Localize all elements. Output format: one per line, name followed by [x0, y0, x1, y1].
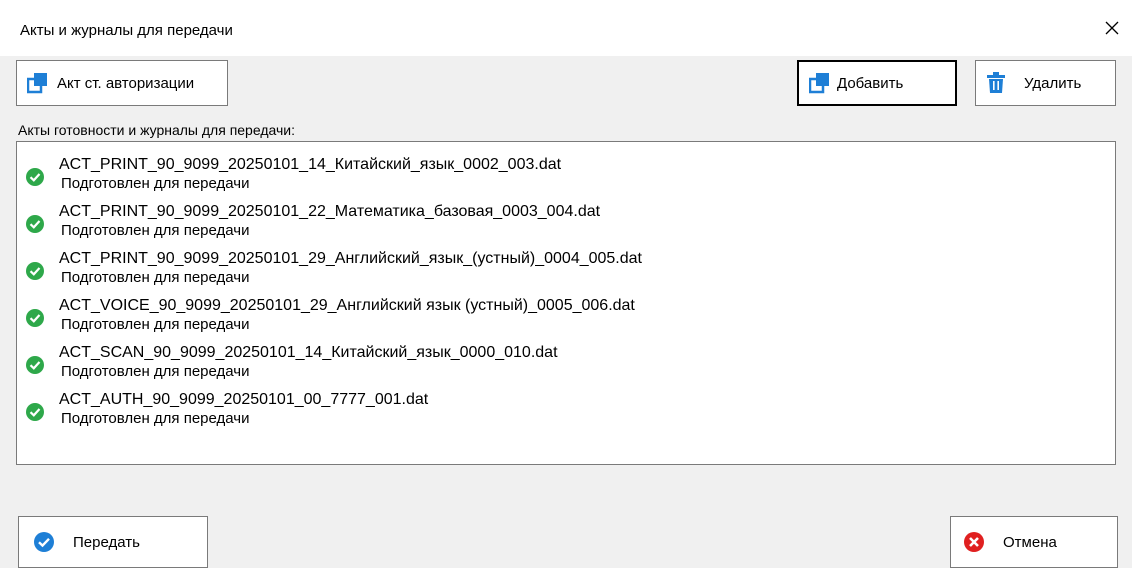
- check-circle-icon: [26, 215, 44, 233]
- copy-icon: [27, 72, 49, 94]
- list-item[interactable]: ACT_SCAN_90_9099_20250101_14_Китайский_я…: [17, 342, 1115, 389]
- delete-button[interactable]: Удалить: [975, 60, 1116, 106]
- add-label: Добавить: [837, 74, 904, 92]
- file-status: Подготовлен для передачи: [61, 410, 250, 427]
- check-circle-icon: [26, 262, 44, 280]
- file-name: ACT_PRINT_90_9099_20250101_29_Английский…: [59, 250, 642, 267]
- send-label: Передать: [73, 533, 140, 551]
- title-bar: Акты и журналы для передачи: [0, 0, 1132, 56]
- dialog-window: Акты и журналы для передачи Акт ст. авто…: [0, 0, 1132, 568]
- file-name: ACT_SCAN_90_9099_20250101_14_Китайский_я…: [59, 344, 558, 361]
- file-status: Подготовлен для передачи: [61, 269, 250, 286]
- check-circle-icon: [26, 168, 44, 186]
- list-item[interactable]: ACT_AUTH_90_9099_20250101_00_7777_001.da…: [17, 389, 1115, 436]
- list-item[interactable]: ACT_PRINT_90_9099_20250101_22_Математика…: [17, 201, 1115, 248]
- check-circle-icon: [26, 403, 44, 421]
- check-circle-icon: [26, 356, 44, 374]
- file-status: Подготовлен для передачи: [61, 316, 250, 333]
- check-circle-icon: [33, 531, 55, 553]
- file-name: ACT_PRINT_90_9099_20250101_22_Математика…: [59, 203, 601, 220]
- list-item[interactable]: ACT_VOICE_90_9099_20250101_29_Английский…: [17, 295, 1115, 342]
- cancel-button[interactable]: Отмена: [950, 516, 1118, 568]
- file-name: ACT_AUTH_90_9099_20250101_00_7777_001.da…: [59, 391, 429, 408]
- send-button[interactable]: Передать: [18, 516, 208, 568]
- files-list[interactable]: ACT_PRINT_90_9099_20250101_14_Китайский_…: [16, 141, 1116, 465]
- file-status: Подготовлен для передачи: [61, 175, 250, 192]
- copy-icon: [809, 72, 831, 94]
- delete-label: Удалить: [1024, 74, 1082, 92]
- add-button[interactable]: Добавить: [797, 60, 957, 106]
- file-name: ACT_VOICE_90_9099_20250101_29_Английский…: [59, 297, 635, 314]
- file-status: Подготовлен для передачи: [61, 363, 250, 380]
- trash-icon: [986, 72, 1006, 94]
- list-label: Акты готовности и журналы для передачи:: [18, 122, 295, 138]
- list-item[interactable]: ACT_PRINT_90_9099_20250101_14_Китайский_…: [17, 154, 1115, 201]
- file-name: ACT_PRINT_90_9099_20250101_14_Китайский_…: [59, 156, 562, 173]
- list-item[interactable]: ACT_PRINT_90_9099_20250101_29_Английский…: [17, 248, 1115, 295]
- window-title: Акты и журналы для передачи: [20, 22, 233, 39]
- error-circle-icon: [963, 531, 985, 553]
- close-button[interactable]: [1094, 8, 1130, 48]
- check-circle-icon: [26, 309, 44, 327]
- auth-act-label: Акт ст. авторизации: [57, 74, 195, 92]
- file-status: Подготовлен для передачи: [61, 222, 250, 239]
- auth-act-button[interactable]: Акт ст. авторизации: [16, 60, 228, 106]
- cancel-label: Отмена: [1003, 533, 1057, 551]
- close-icon: [1105, 21, 1119, 35]
